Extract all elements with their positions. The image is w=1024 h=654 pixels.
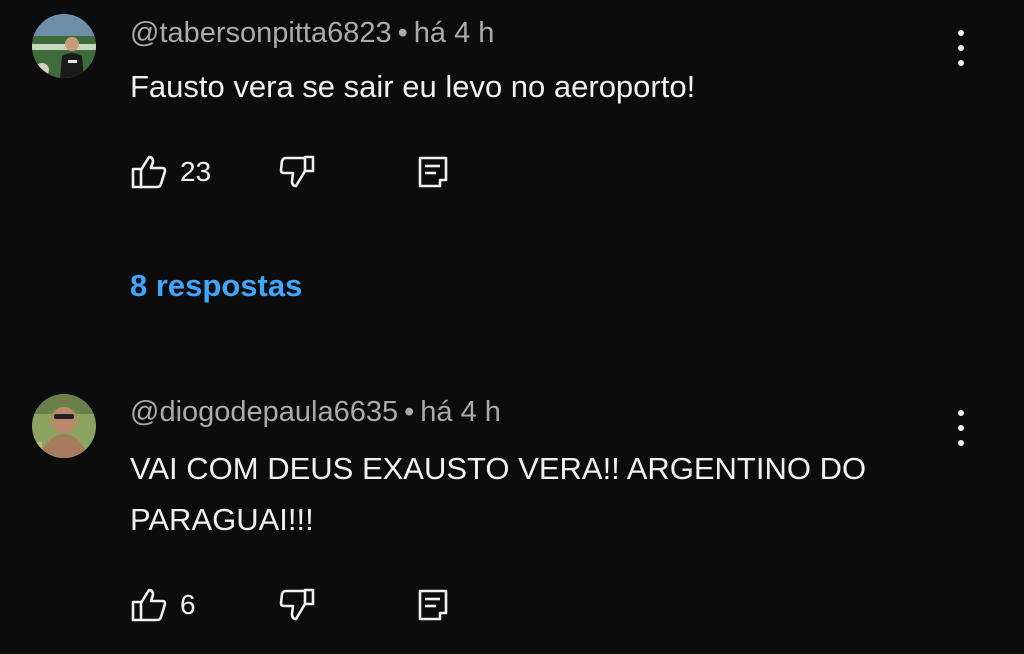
more-vert-icon[interactable]: [946, 410, 976, 446]
author-handle[interactable]: @tabersonpitta6823: [130, 17, 392, 49]
comment-2: @diogodepaula6635 • há 4 h VAI COM DEUS EX…: [0, 380, 1024, 654]
thumbs-down-icon: [279, 155, 315, 188]
comment-1: @tabersonpitta6823 • há 4 h Fausto vera se…: [0, 0, 1024, 330]
comment-text: Fausto vera se sair eu levo no aeroporto…: [130, 69, 696, 104]
comment-actions: 23: [130, 152, 460, 192]
dislike-button[interactable]: [278, 585, 316, 625]
thumbs-up-icon: [131, 155, 167, 189]
comment-meta: @tabersonpitta6823 • há 4 h: [130, 17, 494, 50]
reply-button[interactable]: [416, 152, 450, 192]
comment-actions: 6: [130, 585, 460, 625]
reply-button[interactable]: [416, 585, 450, 625]
dislike-button[interactable]: [278, 152, 316, 192]
avatar-tabersonpitta[interactable]: [32, 14, 96, 78]
comment-meta: @diogodepaula6635 • há 4 h: [130, 396, 501, 429]
comment-icon: [418, 156, 448, 188]
avatar-diogodepaula[interactable]: [32, 394, 96, 458]
like-count: 23: [180, 156, 212, 187]
comment-time: há 4 h: [420, 396, 501, 428]
comment-time: há 4 h: [413, 17, 495, 49]
more-vert-icon[interactable]: [946, 30, 976, 66]
like-button[interactable]: 6: [130, 585, 196, 625]
like-count: 6: [180, 589, 196, 620]
view-replies-link[interactable]: 8 respostas: [130, 268, 302, 304]
thumbs-up-icon: [131, 588, 167, 622]
meta-separator: •: [397, 17, 408, 49]
author-handle[interactable]: @diogodepaula6635: [130, 396, 398, 428]
thumbs-down-icon: [279, 588, 315, 621]
comment-icon: [418, 589, 448, 621]
meta-separator: •: [404, 396, 415, 428]
comment-text: VAI COM DEUS EXAUSTO VERA!! ARGENTINO DO…: [130, 451, 867, 537]
like-button[interactable]: 23: [130, 152, 211, 192]
